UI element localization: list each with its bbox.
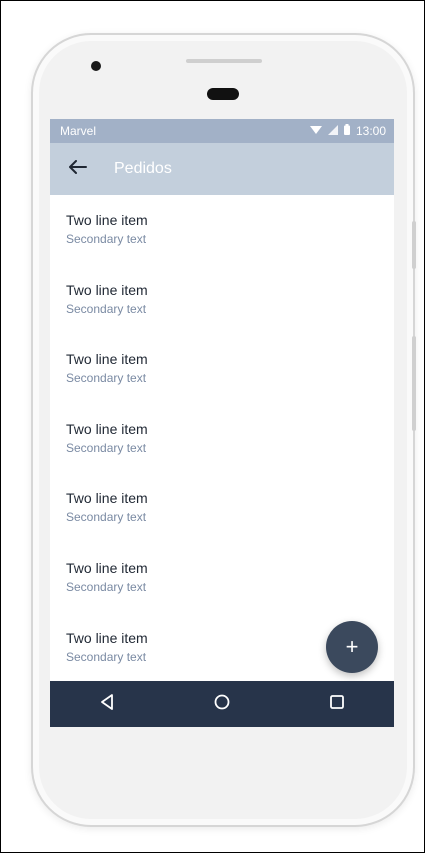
list-item[interactable]: Two line item Secondary text — [50, 404, 394, 474]
volume-button — [412, 221, 416, 269]
nav-home-button[interactable] — [202, 689, 242, 719]
add-order-fab[interactable]: + — [326, 621, 378, 673]
screenshot-frame: Marvel 13:00 Pedidos Two line item Secon… — [0, 0, 425, 853]
arrow-left-icon — [69, 159, 87, 179]
list-item-secondary: Secondary text — [66, 510, 147, 525]
list-item-secondary: Secondary text — [66, 579, 147, 594]
back-triangle-icon — [100, 693, 114, 715]
wifi-icon — [309, 124, 322, 138]
nav-recents-button[interactable] — [317, 689, 357, 719]
back-button[interactable] — [66, 157, 90, 181]
recents-square-icon — [329, 694, 344, 714]
list-item-primary: Two line item — [66, 351, 148, 368]
list-item-primary: Two line item — [66, 281, 148, 298]
list-item-primary: Two line item — [66, 490, 148, 507]
proximity-sensor — [207, 88, 239, 100]
list-item-secondary: Secondary text — [66, 371, 147, 386]
list-item[interactable]: Two line item Secondary text — [50, 473, 394, 543]
nav-back-button[interactable] — [87, 689, 127, 719]
home-circle-icon — [214, 694, 230, 715]
list-item-secondary: Secondary text — [66, 440, 147, 455]
front-camera — [91, 61, 101, 71]
status-time: 13:00 — [355, 124, 386, 138]
status-bar: Marvel 13:00 — [50, 119, 394, 143]
page-title: Pedidos — [114, 160, 172, 177]
power-button — [412, 336, 416, 431]
list-item-primary: Two line item — [66, 212, 148, 228]
orders-list: Two line item Secondary text Two line it… — [50, 195, 394, 682]
list-item[interactable]: Two line item Secondary text — [50, 334, 394, 404]
plus-icon: + — [345, 634, 359, 659]
list-item[interactable]: Two line item Secondary text — [50, 265, 394, 335]
app-bar: Pedidos — [50, 143, 394, 195]
list-item[interactable]: Two line item Secondary text — [50, 195, 394, 265]
list-item-primary: Two line item — [66, 420, 148, 437]
signal-icon — [327, 124, 338, 138]
status-icons: 13:00 — [309, 124, 386, 138]
carrier-label: Marvel — [60, 124, 97, 138]
phone-screen: Marvel 13:00 Pedidos Two line item Secon… — [50, 119, 394, 727]
list-item-primary: Two line item — [66, 559, 148, 576]
earpiece-speaker — [186, 59, 262, 63]
list-item-secondary: Secondary text — [66, 232, 147, 246]
list-item[interactable]: Two line item Secondary text — [50, 543, 394, 613]
system-nav-bar — [50, 681, 394, 727]
list-item-secondary: Secondary text — [66, 301, 147, 316]
battery-icon — [343, 124, 350, 138]
